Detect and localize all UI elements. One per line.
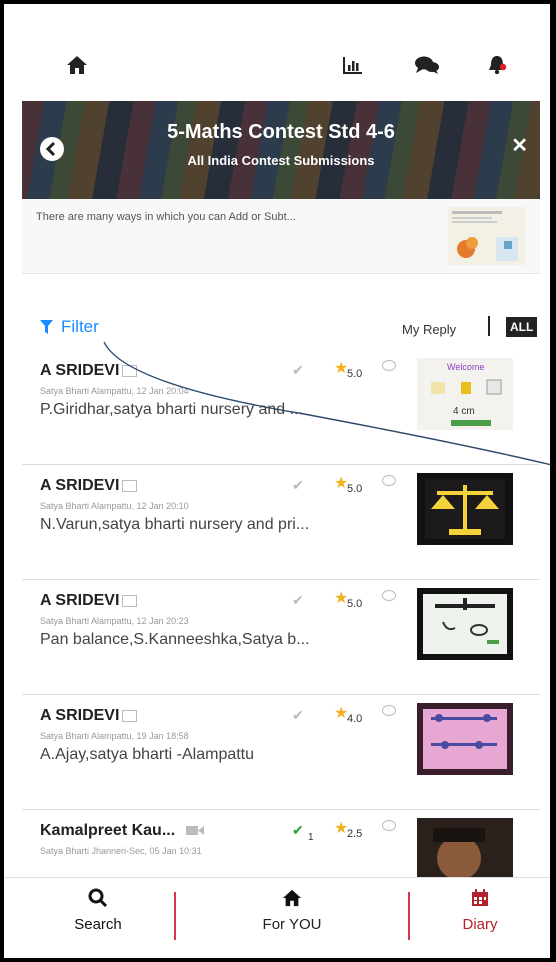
- bell-icon[interactable]: [482, 50, 512, 80]
- comment-icon[interactable]: [382, 820, 396, 831]
- rating-value: 5.0: [347, 483, 363, 495]
- nav-diary[interactable]: Diary: [420, 888, 540, 933]
- check-count: 1: [308, 832, 314, 843]
- banner-overlay: [22, 101, 540, 199]
- nav-for-you[interactable]: For YOU: [232, 888, 352, 933]
- check-icon[interactable]: ✔: [292, 707, 304, 724]
- rating-value: 5.0: [347, 598, 363, 610]
- author-name: A SRIDEVI: [40, 707, 138, 725]
- my-reply-toggle[interactable]: My Reply: [402, 322, 456, 337]
- filter-button[interactable]: Filter: [40, 317, 99, 337]
- entry-thumbnail[interactable]: [417, 473, 513, 545]
- all-toggle[interactable]: ALL: [506, 317, 538, 337]
- nav-divider: [174, 892, 176, 940]
- entry-thumbnail[interactable]: Welcome 4 cm: [417, 358, 513, 430]
- entry-thumbnail[interactable]: [417, 588, 513, 660]
- image-icon: [122, 364, 138, 377]
- rating-value: 2.5: [347, 828, 363, 840]
- nav-search[interactable]: Search: [38, 888, 158, 933]
- nav-search-label: Search: [74, 916, 122, 933]
- image-icon: [122, 479, 138, 492]
- calendar-icon: [472, 889, 488, 906]
- chat-icon[interactable]: [412, 50, 442, 80]
- entry-text: P.Giridhar,satya bharti nursery and ...: [40, 401, 303, 418]
- description-thumbnail: [448, 207, 526, 265]
- divider: [22, 273, 540, 274]
- nav-for-you-label: For YOU: [262, 916, 322, 933]
- nav-divider: [408, 892, 410, 940]
- list-item[interactable]: A SRIDEVI Satya Bharti Alampattu, 12 Jan…: [22, 580, 540, 695]
- image-icon: [122, 594, 138, 607]
- home-icon[interactable]: [62, 50, 92, 80]
- svg-text:4 cm: 4 cm: [453, 406, 475, 417]
- list-item[interactable]: A SRIDEVI Satya Bharti Alampattu, 12 Jan…: [22, 350, 540, 465]
- entry-text: N.Varun,satya bharti nursery and pri...: [40, 516, 310, 533]
- entry-text: Pan balance,S.Kanneeshka,Satya b...: [40, 631, 310, 648]
- video-icon: [185, 826, 204, 836]
- bar-chart-icon[interactable]: [338, 50, 368, 80]
- author-name: A SRIDEVI: [40, 477, 138, 495]
- author-meta: Satya Bharti Alampattu, 12 Jan 20:23: [40, 616, 189, 626]
- check-icon[interactable]: ✔: [292, 362, 304, 379]
- check-icon[interactable]: ✔: [292, 822, 304, 839]
- svg-text:Welcome: Welcome: [447, 362, 484, 372]
- comment-icon[interactable]: [382, 590, 396, 601]
- rating-value: 5.0: [347, 368, 363, 380]
- author-name: Kamalpreet Kau...: [40, 822, 204, 840]
- banner-subtitle: All India Contest Submissions: [187, 153, 375, 168]
- check-icon[interactable]: ✔: [292, 477, 304, 494]
- author-meta: Satya Bharti Alampattu, 12 Jan 20:10: [40, 501, 189, 511]
- filter-label: Filter: [61, 317, 99, 336]
- filter-icon: [40, 320, 53, 334]
- top-bar: [4, 4, 550, 100]
- app-frame: 5-Maths Contest Std 4-6 All India Contes…: [0, 0, 556, 962]
- comment-icon[interactable]: [382, 475, 396, 486]
- comment-icon[interactable]: [382, 705, 396, 716]
- comment-icon[interactable]: [382, 360, 396, 371]
- contest-banner: 5-Maths Contest Std 4-6 All India Contes…: [22, 101, 540, 199]
- author-name: A SRIDEVI: [40, 362, 138, 380]
- author-meta: Satya Bharti Jhanneri-Sec, 05 Jan 10:31: [40, 846, 202, 856]
- description-text: There are many ways in which you can Add…: [36, 211, 296, 223]
- entry-text: A.Ajay,satya bharti -Alampattu: [40, 746, 255, 763]
- home-icon: [282, 889, 302, 907]
- author-meta: Satya Bharti Alampattu, 12 Jan 20:04: [40, 386, 189, 396]
- rating-value: 4.0: [347, 713, 363, 725]
- list-item[interactable]: A SRIDEVI Satya Bharti Alampattu, 19 Jan…: [22, 695, 540, 810]
- search-icon: [88, 888, 108, 908]
- entry-thumbnail[interactable]: [417, 703, 513, 775]
- image-icon: [122, 709, 138, 722]
- list-item[interactable]: A SRIDEVI Satya Bharti Alampattu, 12 Jan…: [22, 465, 540, 580]
- check-icon[interactable]: ✔: [292, 592, 304, 609]
- contest-description[interactable]: There are many ways in which you can Add…: [22, 199, 540, 273]
- bottom-nav: Search For YOU Diary: [4, 877, 550, 958]
- author-meta: Satya Bharti Alampattu, 19 Jan 18:58: [40, 731, 189, 741]
- author-name: A SRIDEVI: [40, 592, 138, 610]
- banner-title: 5-Maths Contest Std 4-6: [167, 121, 395, 143]
- close-icon[interactable]: ✕: [511, 133, 528, 158]
- nav-diary-label: Diary: [462, 916, 498, 933]
- toggle-separator: [488, 316, 490, 336]
